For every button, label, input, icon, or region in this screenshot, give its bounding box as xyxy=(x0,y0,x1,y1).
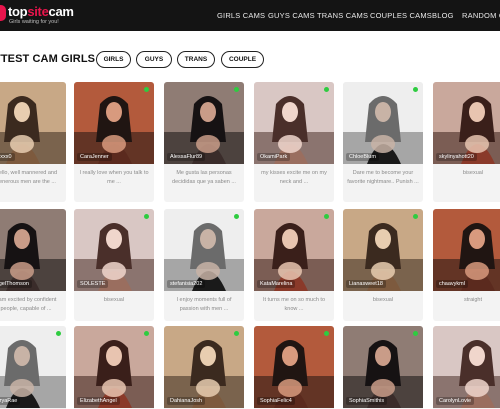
section-title: TTEST CAM GIRLS xyxy=(0,53,96,65)
online-status-icon xyxy=(144,331,149,336)
online-status-icon xyxy=(413,214,418,219)
logo-wordmark: topsitecam xyxy=(8,4,74,19)
cam-thumbnail[interactable]: DahianaJosh xyxy=(164,326,244,408)
cam-description: Dare me to become your favorite nightmar… xyxy=(347,170,419,185)
cam-description: Hello, well mannered and generous men ar… xyxy=(0,170,58,185)
cam-thumbnail[interactable]: Lianasweet18 xyxy=(343,209,423,291)
cam-description: bisexual xyxy=(372,297,394,303)
online-status-icon xyxy=(234,331,239,336)
cam-username[interactable]: AlessaFlur89 xyxy=(167,153,206,161)
cam-description: straight xyxy=(463,297,483,303)
cam-username[interactable]: MaryaRae xyxy=(0,397,21,405)
cam-thumbnail[interactable]: AlessaFlur89 xyxy=(164,82,244,164)
cam-card[interactable]: DahianaJosh xyxy=(164,326,244,409)
cam-card[interactable]: Lianasweet18 bisexual xyxy=(343,209,423,321)
logo-icon xyxy=(0,5,6,21)
cam-card[interactable]: SophiaSmithis xyxy=(343,326,423,409)
cam-description: I enjoy moments full of passion with men… xyxy=(176,297,232,312)
cam-card[interactable]: AlessaFlur89 Me gusta las personas decidi… xyxy=(164,82,244,202)
cam-thumbnail[interactable]: chaavykml xyxy=(433,209,500,291)
cam-username[interactable]: stefanisia202 xyxy=(167,280,206,288)
cam-description: bisexual xyxy=(462,170,484,176)
cam-thumbnail[interactable]: MaryaRae xyxy=(0,326,66,408)
cam-card[interactable]: skylinyahott20 bisexual xyxy=(433,82,500,202)
cam-thumbnail[interactable]: SOLESTE xyxy=(74,209,154,291)
cam-card[interactable]: SophiaFelic4 xyxy=(254,326,334,409)
cam-card[interactable]: CaraJenner I really love when you talk to… xyxy=(74,82,154,202)
cam-username[interactable]: ElizabethAngel xyxy=(77,397,120,405)
cam-card[interactable]: CarolynLovie xyxy=(433,326,500,409)
cam-username[interactable]: SophiaFelic4 xyxy=(257,397,295,405)
nav-couples-cams[interactable]: COUPLES CAMS xyxy=(370,11,432,20)
cam-thumbnail[interactable]: OkamiPark xyxy=(254,82,334,164)
site-logo[interactable]: topsitecam Girls waiting for you! xyxy=(0,2,80,29)
nav-blog[interactable]: BLOG xyxy=(432,11,454,20)
cam-username[interactable]: ChloeBlum xyxy=(346,153,379,161)
online-status-icon xyxy=(324,87,329,92)
cam-card[interactable]: MaryaRae xyxy=(0,326,66,409)
cam-description: It turns me on so much to know ... xyxy=(262,297,326,312)
cam-thumbnail[interactable]: SophiaSmithis xyxy=(343,326,423,408)
online-status-icon xyxy=(413,331,418,336)
cam-username[interactable]: CaraJenner xyxy=(77,153,112,161)
cam-username[interactable]: CarolynLovie xyxy=(436,397,475,405)
cam-card[interactable]: chaavykml straight xyxy=(433,209,500,321)
online-status-icon xyxy=(413,87,418,92)
top-navigation-bar: topsitecam Girls waiting for you! GIRLS … xyxy=(0,0,500,31)
logo-tagline: Girls waiting for you! xyxy=(9,19,59,25)
filter-couple[interactable]: COUPLE xyxy=(221,51,264,68)
nav-trans-cams[interactable]: TRANS CAMS xyxy=(317,11,368,20)
cam-username[interactable]: xxxxxx0 xyxy=(0,153,15,161)
cam-card[interactable]: ElizabethAngel xyxy=(74,326,154,409)
cam-thumbnail[interactable]: SophiaFelic4 xyxy=(254,326,334,408)
online-status-icon xyxy=(324,331,329,336)
cam-username[interactable]: KataMarelina xyxy=(257,280,296,288)
cam-description: my kisses excite me on my neck and ... xyxy=(261,170,327,185)
cam-card[interactable]: SOLESTE bisexual xyxy=(74,209,154,321)
cam-username[interactable]: AngelThomson xyxy=(0,280,32,288)
cam-card[interactable]: OkamiPark my kisses excite me on my neck … xyxy=(254,82,334,202)
cam-description: I am excited by confident people, capabl… xyxy=(0,297,57,312)
cam-username[interactable]: DahianaJosh xyxy=(167,397,206,405)
filter-girls[interactable]: GIRLS xyxy=(96,51,131,68)
cam-description: bisexual xyxy=(103,297,125,303)
cam-card[interactable]: KataMarelina It turns me on so much to kn… xyxy=(254,209,334,321)
cam-description: Me gusta las personas decididas que ya s… xyxy=(172,170,236,185)
nav-guys-cams[interactable]: GUYS CAMS xyxy=(268,11,315,20)
cam-username[interactable]: OkamiPark xyxy=(257,153,291,161)
online-status-icon xyxy=(324,214,329,219)
cam-username[interactable]: chaavykml xyxy=(436,280,468,288)
nav-random-chat[interactable]: RANDOM CH xyxy=(462,11,500,20)
cam-thumbnail[interactable]: xxxxxx0 xyxy=(0,82,66,164)
cam-username[interactable]: SophiaSmithis xyxy=(346,397,388,405)
cam-thumbnail[interactable]: KataMarelina xyxy=(254,209,334,291)
cam-thumbnail[interactable]: stefanisia202 xyxy=(164,209,244,291)
cam-description: I really love when you talk to me ... xyxy=(79,170,149,185)
filter-trans[interactable]: TRANS xyxy=(177,51,215,68)
cam-card[interactable]: AngelThomson I am excited by confident pe… xyxy=(0,209,66,321)
cam-thumbnail[interactable]: skylinyahott20 xyxy=(433,82,500,164)
cam-card[interactable]: xxxxxx0 Hello, well mannered and generous… xyxy=(0,82,66,202)
cam-thumbnail[interactable]: ChloeBlum xyxy=(343,82,423,164)
cam-thumbnail[interactable]: CarolynLovie xyxy=(433,326,500,408)
cam-username[interactable]: skylinyahott20 xyxy=(436,153,477,161)
cam-username[interactable]: SOLESTE xyxy=(77,280,109,288)
cam-thumbnail[interactable]: ElizabethAngel xyxy=(74,326,154,408)
online-status-icon xyxy=(56,331,61,336)
cam-thumbnail[interactable]: AngelThomson xyxy=(0,209,66,291)
online-status-icon xyxy=(144,87,149,92)
cam-username[interactable]: Lianasweet18 xyxy=(346,280,386,288)
online-status-icon xyxy=(144,214,149,219)
cam-card[interactable]: stefanisia202 I enjoy moments full of pas… xyxy=(164,209,244,321)
cam-card[interactable]: ChloeBlum Dare me to become your favorite… xyxy=(343,82,423,202)
online-status-icon xyxy=(234,87,239,92)
cam-thumbnail[interactable]: CaraJenner xyxy=(74,82,154,164)
nav-girls-cams[interactable]: GIRLS CAMS xyxy=(217,11,265,20)
online-status-icon xyxy=(234,214,239,219)
filter-guys[interactable]: GUYS xyxy=(136,51,172,68)
